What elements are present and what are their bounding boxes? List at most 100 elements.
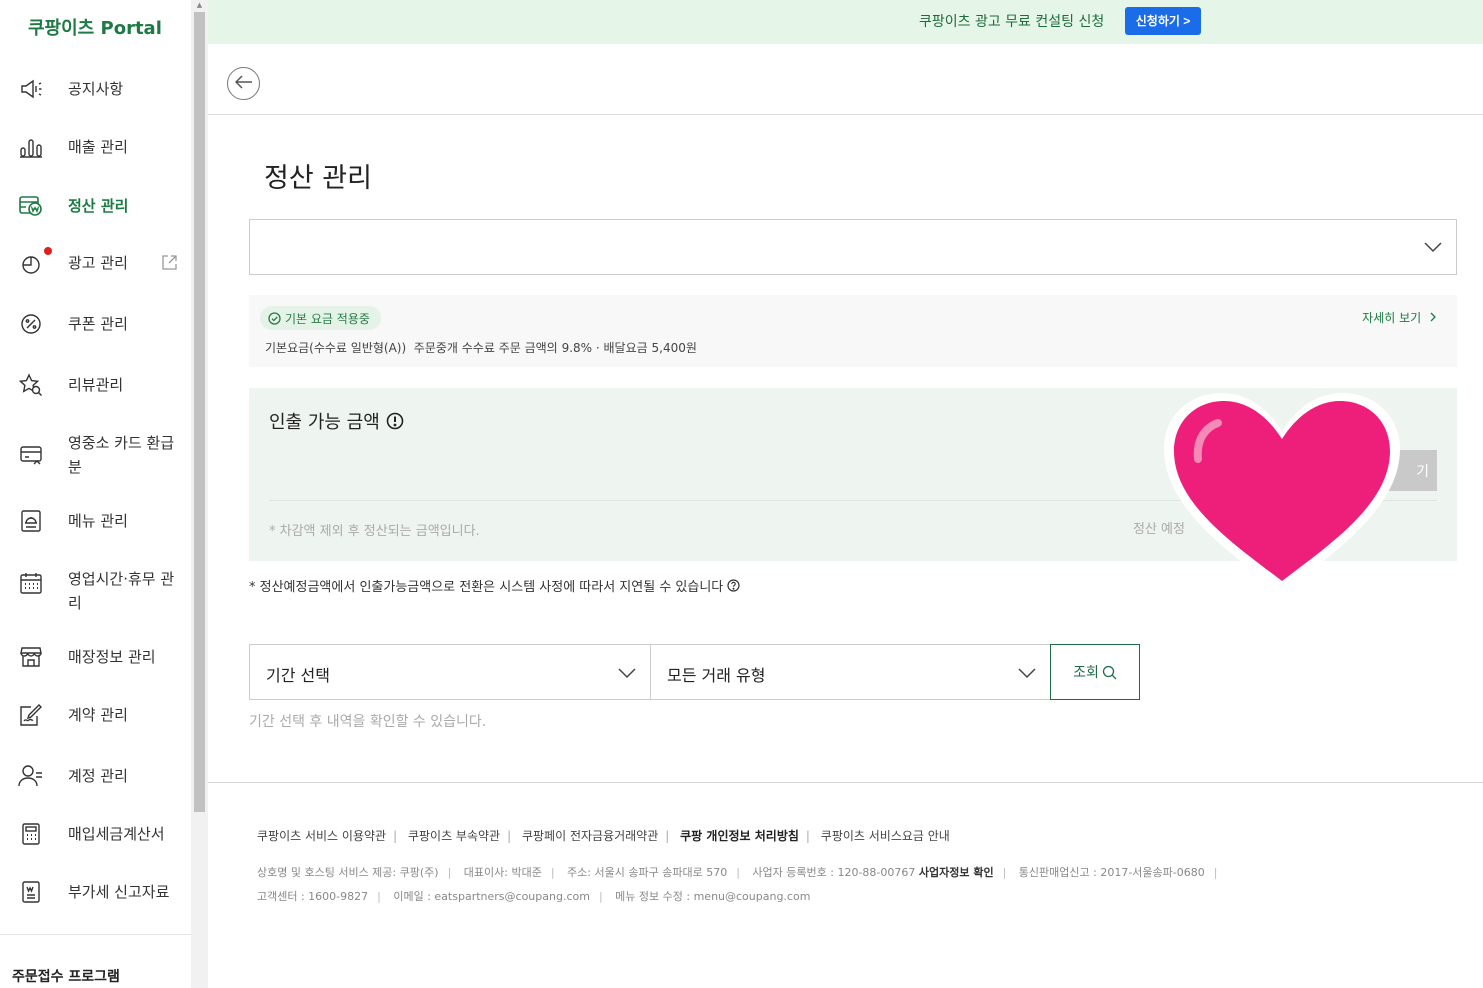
info-alert-icon[interactable]: [386, 412, 404, 430]
period-select-value: 기간 선택: [266, 666, 330, 685]
withdraw-note: * 차감액 제외 후 정산되는 금액입니다.: [269, 524, 480, 539]
promo-banner: 쿠팡이츠 광고 무료 컨설팅 신청 신청하기 >: [208, 0, 1483, 44]
check-circle-icon: [268, 311, 281, 325]
ad-pie-icon: [18, 250, 44, 276]
sidebar-item-card-refund[interactable]: 영중소 카드 환급분: [0, 431, 191, 479]
coupon-percent-icon: [18, 311, 44, 337]
fee-delivery-label: · 배달요금: [595, 341, 648, 355]
system-delay-note-text: * 정산예정금액에서 인출가능금액으로 전환은 시스템 사정에 따라서 지연될 …: [249, 580, 724, 595]
search-icon: [1102, 665, 1117, 680]
sidebar-item-settlement[interactable]: 정산 관리: [0, 193, 191, 219]
chevron-down-icon: [1424, 238, 1442, 257]
footer-ceo: 대표이사: 박대준: [463, 866, 542, 879]
help-question-icon[interactable]: [727, 579, 740, 592]
store-select-dropdown[interactable]: [249, 219, 1457, 275]
fee-status-text: 기본 요금 적용중: [285, 311, 370, 326]
withdrawable-title-text: 인출 가능 금액: [269, 412, 380, 433]
arrow-left-icon: [234, 74, 253, 93]
document-icon: [18, 879, 44, 905]
back-button[interactable]: [227, 67, 260, 100]
menu-food-icon: [18, 508, 44, 534]
sidebar-item-vat[interactable]: 부가세 신고자료: [0, 879, 191, 905]
transaction-type-value: 모든 거래 유형: [667, 666, 766, 685]
sidebar-item-label: 매출 관리: [68, 138, 128, 156]
footer-links: 쿠팡이츠 서비스 이용약관 | 쿠팡이츠 부속약관 | 쿠팡페이 전자금융거래약관 |…: [257, 827, 950, 844]
account-user-icon: [18, 763, 44, 789]
footer-address: 주소: 서울시 송파구 송파대로 570: [567, 866, 728, 879]
sidebar-item-ads[interactable]: 광고 관리: [0, 247, 191, 276]
sidebar-item-label: 매입세금계산서: [68, 825, 165, 843]
footer-link-sub-terms[interactable]: 쿠팡이츠 부속약관: [408, 827, 500, 844]
search-button-label: 조회: [1073, 665, 1099, 681]
footer-customer-center: 고객센터 : 1600-9827: [257, 890, 369, 903]
notification-dot: [44, 247, 52, 255]
footer-business-info-link[interactable]: 사업자정보 확인: [919, 866, 994, 879]
sidebar-item-tax-invoice[interactable]: 매입세금계산서: [0, 821, 191, 847]
apply-button[interactable]: 신청하기 >: [1125, 7, 1201, 35]
footer-contact-info: 고객센터 : 1600-9827 | 이메일 : eatspartners@cou…: [257, 890, 811, 903]
footer-mail-order-number: 통신판매업신고 : 2017-서울송파-0680: [1018, 866, 1205, 879]
sidebar: 쿠팡이츠 Portal 공지사항 매출 관리 정산 관리 광고 관리 쿠폰 관리: [0, 0, 191, 988]
sidebar-item-sales[interactable]: 매출 관리: [0, 134, 191, 160]
sidebar-item-label: 영중소 카드 환급분: [68, 434, 175, 476]
review-star-icon: [18, 372, 44, 398]
period-select-dropdown[interactable]: 기간 선택: [249, 644, 651, 700]
footer-link-terms[interactable]: 쿠팡이츠 서비스 이용약관: [257, 827, 386, 844]
sidebar-item-label: 광고 관리: [68, 254, 128, 272]
sidebar-item-menu[interactable]: 메뉴 관리: [0, 508, 191, 534]
sidebar-item-review[interactable]: 리뷰관리: [0, 372, 191, 398]
sidebar-item-coupon[interactable]: 쿠폰 관리: [0, 311, 191, 337]
footer-link-pay-terms[interactable]: 쿠팡페이 전자금융거래약관: [522, 827, 658, 844]
withdrawable-title: 인출 가능 금액: [269, 408, 404, 434]
chevron-down-icon: [618, 664, 636, 683]
external-link-icon[interactable]: [161, 254, 178, 275]
fee-rate: 9.8%: [561, 341, 593, 355]
fee-status-badge: 기본 요금 적용중: [260, 306, 381, 330]
page-title: 정산 관리: [264, 163, 372, 194]
chevron-down-icon: [1018, 664, 1036, 683]
fee-plan-box: 기본 요금 적용중 자세히 보기 기본요금(수수료 일반형(A)) 주문중개 수…: [249, 295, 1457, 367]
sidebar-item-label: 정산 관리: [68, 197, 129, 215]
settlement-won-icon: [18, 193, 44, 219]
footer-menu-email: 메뉴 정보 수정 : menu@coupang.com: [615, 890, 811, 903]
scroll-up-arrow-icon[interactable]: ▲: [194, 0, 205, 10]
bar-chart-icon: [18, 134, 44, 160]
sidebar-item-label: 영업시간·휴무 관리: [68, 570, 175, 612]
sidebar-item-contract[interactable]: 계약 관리: [0, 702, 191, 728]
footer-company-info: 상호명 및 호스팅 서비스 제공: 쿠팡(주) | 대표이사: 박대준 | 주소: …: [257, 866, 1218, 879]
chevron-right-icon: [1430, 311, 1437, 325]
footer-email: 이메일 : eatspartners@coupang.com: [393, 890, 590, 903]
order-program-heading[interactable]: 주문접수 프로그램: [12, 966, 120, 986]
portal-logo[interactable]: 쿠팡이츠 Portal: [28, 14, 162, 40]
sidebar-item-label: 메뉴 관리: [68, 512, 128, 530]
transaction-type-dropdown[interactable]: 모든 거래 유형: [651, 644, 1051, 700]
footer-link-privacy[interactable]: 쿠팡 개인정보 처리방침: [680, 827, 799, 844]
sidebar-item-label: 쿠폰 관리: [68, 315, 128, 333]
sidebar-item-label: 계정 관리: [68, 767, 128, 785]
system-delay-note: * 정산예정금액에서 인출가능금액으로 전환은 시스템 사정에 따라서 지연될 …: [249, 576, 740, 595]
contract-icon: [18, 702, 44, 728]
sidebar-item-store-info[interactable]: 매장정보 관리: [0, 644, 191, 670]
sidebar-item-hours[interactable]: 영업시간·휴무 관리: [0, 567, 191, 615]
card-refund-icon: [18, 442, 44, 468]
footer-divider: [208, 782, 1483, 783]
period-hint-text: 기간 선택 후 내역을 확인할 수 있습니다.: [249, 714, 487, 730]
promo-banner-text: 쿠팡이츠 광고 무료 컨설팅 신청: [919, 14, 1105, 30]
fee-commission-text: 주문중개 수수료 주문 금액의: [413, 341, 558, 355]
sidebar-item-label: 부가세 신고자료: [68, 883, 170, 901]
footer-business-number: 사업자 등록번호 : 120-88-00767: [752, 866, 916, 879]
sidebar-item-account[interactable]: 계정 관리: [0, 763, 191, 789]
fee-delivery-amount: 5,400원: [651, 341, 697, 355]
calendar-icon: [18, 570, 44, 596]
sidebar-item-label: 리뷰관리: [68, 376, 124, 394]
sidebar-item-notice[interactable]: 공지사항: [0, 76, 191, 102]
fee-detail-link[interactable]: 자세히 보기: [1362, 309, 1437, 326]
footer-link-fee-guide[interactable]: 쿠팡이츠 서비스요금 안내: [821, 827, 950, 844]
sidebar-item-label: 공지사항: [68, 80, 124, 98]
calculator-icon: [18, 821, 44, 847]
sidebar-item-label: 매장정보 관리: [68, 648, 156, 666]
top-bar: [208, 44, 1483, 115]
search-button[interactable]: 조회: [1050, 644, 1140, 700]
sidebar-divider: [0, 934, 191, 935]
sidebar-scrollbar-thumb[interactable]: [194, 12, 205, 812]
